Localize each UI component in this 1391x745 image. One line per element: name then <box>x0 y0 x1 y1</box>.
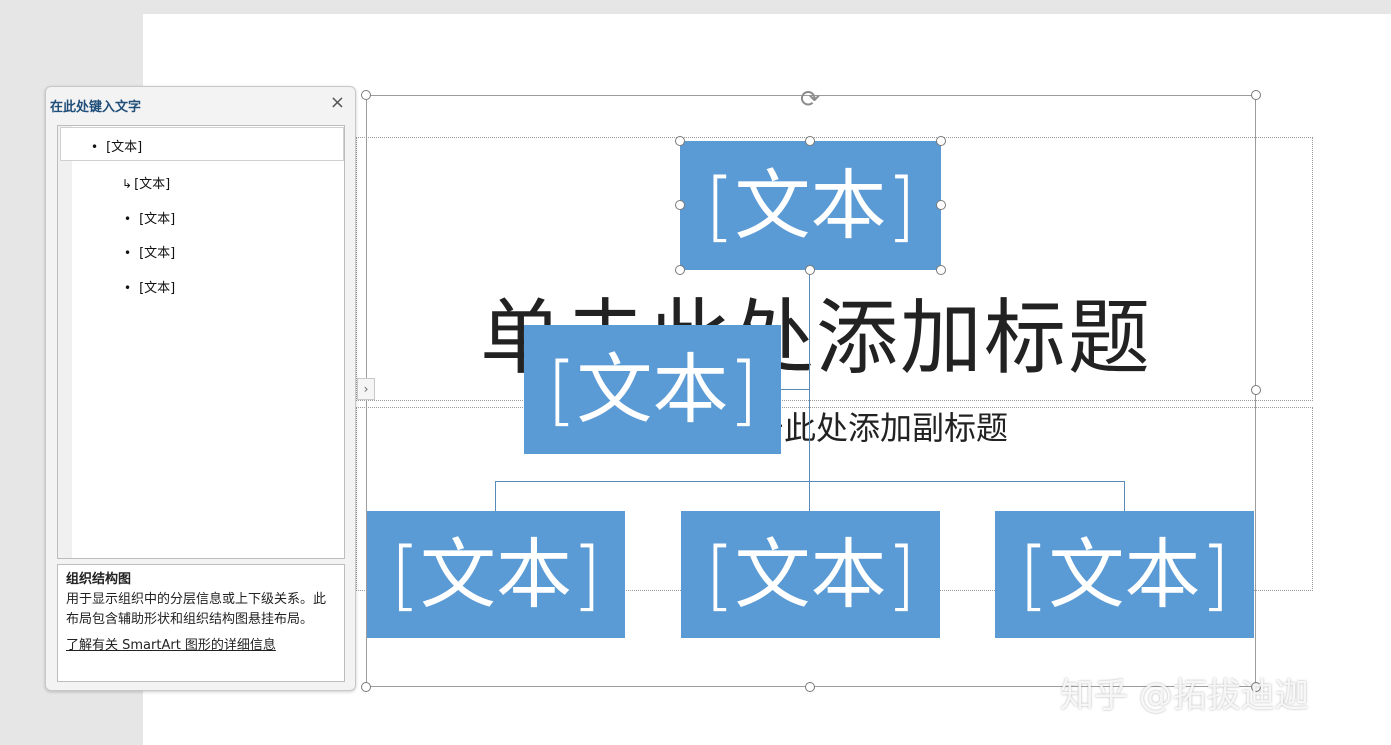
layout-description: 组织结构图 用于显示组织中的分层信息或上下级关系。此布局包含辅助形状和组织结构图… <box>57 564 345 682</box>
text-pane-item[interactable]: • [文本] <box>60 127 344 161</box>
layout-description-title: 组织结构图 <box>66 572 132 587</box>
frame-handle-top-left[interactable] <box>361 90 371 100</box>
connector-child-1 <box>495 481 496 511</box>
org-node-child-3[interactable]: [文本] <box>995 511 1254 638</box>
layout-description-body: 用于显示组织中的分层信息或上下级关系。此布局包含辅助形状和组织结构图悬挂布局。 <box>66 592 327 627</box>
text-pane-item[interactable]: • [文本] <box>124 208 175 227</box>
bullet-icon: • <box>91 140 99 154</box>
text-pane-item[interactable]: • [文本] <box>124 277 175 296</box>
node-handle-top-right[interactable] <box>936 136 946 146</box>
node-handle-top-left[interactable] <box>675 136 685 146</box>
org-node-top[interactable]: [文本] <box>680 141 941 270</box>
node-handle-bottom-right[interactable] <box>936 265 946 275</box>
sub-arrow-icon: ↳ <box>122 177 133 191</box>
node-handle-middle-left[interactable] <box>675 200 685 210</box>
frame-handle-bottom-middle[interactable] <box>805 682 815 692</box>
watermark: 知乎 @拓拔迪迦 <box>1060 676 1309 716</box>
bullet-icon: • <box>124 281 132 295</box>
node-handle-bottom-middle[interactable] <box>805 265 815 275</box>
connector-top-vertical <box>809 270 810 482</box>
node-handle-bottom-left[interactable] <box>675 265 685 275</box>
text-pane-item[interactable]: ↳ [文本] <box>122 173 170 192</box>
text-pane-list[interactable]: • [文本] ↳ [文本] • [文本] • [文本] • [文本] <box>57 125 345 559</box>
text-pane-gutter <box>58 126 72 558</box>
bullet-icon: • <box>124 212 132 226</box>
smartart-help-link[interactable]: 了解有关 SmartArt 图形的详细信息 <box>66 636 336 656</box>
text-pane-toggle-icon[interactable]: › <box>357 378 375 400</box>
org-node-child-2[interactable]: [文本] <box>681 511 940 638</box>
node-handle-middle-right[interactable] <box>936 200 946 210</box>
text-pane-item-label: [文本] <box>134 177 171 192</box>
bullet-icon: • <box>124 246 132 260</box>
text-pane-item[interactable]: • [文本] <box>124 242 175 261</box>
frame-handle-bottom-left[interactable] <box>361 682 371 692</box>
frame-handle-top-right[interactable] <box>1251 90 1261 100</box>
connector-child-2 <box>809 481 810 511</box>
connector-assistant <box>781 389 809 390</box>
text-pane-item-label: [文本] <box>106 140 143 155</box>
org-node-child-1[interactable]: [文本] <box>367 511 625 638</box>
node-handle-top-middle[interactable] <box>805 136 815 146</box>
org-node-assistant[interactable]: [文本] <box>524 325 781 454</box>
connector-horizontal <box>495 481 1125 482</box>
frame-handle-middle-right[interactable] <box>1251 385 1261 395</box>
connector-child-3 <box>1124 481 1125 511</box>
text-pane-item-label: [文本] <box>139 212 176 227</box>
text-pane-item-label: [文本] <box>139 281 176 296</box>
rotate-handle-icon[interactable]: ⟳ <box>797 86 823 112</box>
close-icon[interactable]: × <box>330 93 345 113</box>
text-pane-item-label: [文本] <box>139 246 176 261</box>
smartart-text-pane[interactable]: 在此处键入文字 × • [文本] ↳ [文本] • [文本] • [文本] • [文本] … <box>45 86 356 691</box>
text-pane-title: 在此处键入文字 <box>50 100 142 115</box>
